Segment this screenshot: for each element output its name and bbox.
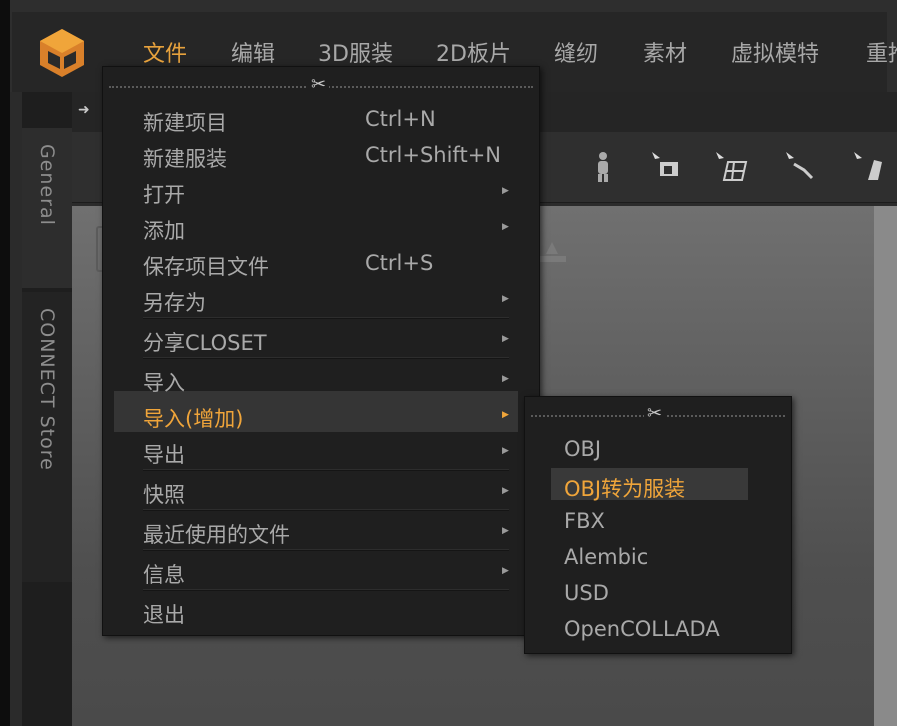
menubar-2d-pattern[interactable]: 2D板片 [436, 36, 511, 68]
menu-item-snapshot[interactable]: 快照 [143, 479, 185, 509]
menu-item-add[interactable]: 添加 [143, 215, 185, 245]
scissors-icon[interactable]: ✂ [644, 405, 666, 423]
menu-item-label: 导出 [143, 443, 185, 467]
app-logo-icon [40, 29, 84, 77]
segment-tool-icon[interactable] [784, 150, 818, 184]
submenu-arrow-icon: ▶ [502, 222, 509, 232]
menubar-3d-garment[interactable]: 3D服装 [318, 36, 393, 68]
submenu-arrow-icon: ▶ [502, 566, 509, 576]
menu-item-open[interactable]: 打开 [143, 179, 185, 209]
menu-item-shortcut: Ctrl+S [365, 251, 434, 275]
submenu-arrow-icon: ▶ [502, 410, 509, 420]
menu-item-save-as[interactable]: 另存为 [143, 287, 206, 317]
menu-item-label: 分享CLOSET [143, 331, 267, 355]
submenu-item-alembic[interactable]: Alembic [564, 545, 648, 569]
menubar-next-item[interactable]: 重推 [866, 36, 897, 68]
menu-item-save-project[interactable]: 保存项目文件 Ctrl+S [143, 251, 433, 281]
menu-item-label: 新建项目 [143, 111, 227, 135]
menu-separator [143, 357, 509, 359]
menubar-materials[interactable]: 素材 [643, 36, 687, 68]
menu-item-label: 退出 [143, 603, 185, 627]
scissors-icon[interactable]: ✂ [308, 76, 330, 94]
fabric-tool-icon[interactable] [852, 150, 886, 184]
submenu-item-obj[interactable]: OBJ [564, 437, 601, 461]
menu-item-exit[interactable]: 退出 [143, 599, 185, 629]
menu-item-shortcut: Ctrl+Shift+N [365, 143, 501, 167]
menu-item-label: 导入(增加) [143, 407, 244, 431]
menu-item-import[interactable]: 导入 [143, 367, 185, 397]
menu-separator [143, 469, 509, 471]
menu-item-label: 导入 [143, 371, 185, 395]
menu-item-info[interactable]: 信息 [143, 559, 185, 589]
submenu-item-opencollada[interactable]: OpenCOLLADA [564, 617, 720, 641]
menu-item-recent-files[interactable]: 最近使用的文件 [143, 519, 290, 549]
submenu-arrow-icon: ▶ [502, 186, 509, 196]
sidebar-tab-connect-store[interactable]: CONNECT Store [22, 292, 72, 582]
submenu-item-fbx[interactable]: FBX [564, 509, 605, 533]
menu-separator [143, 589, 509, 591]
sidebar-tab-connect-store-label: CONNECT Store [36, 308, 58, 471]
menu-separator [143, 317, 509, 319]
menu-item-shortcut: Ctrl+N [365, 107, 436, 131]
arrow-right-icon[interactable]: ➜ [78, 102, 90, 118]
menu-separator [143, 549, 509, 551]
menu-item-import-add[interactable]: 导入(增加) [143, 403, 243, 433]
submenu-arrow-icon: ▶ [502, 334, 509, 344]
submenu-arrow-icon: ▶ [502, 526, 509, 536]
submenu-arrow-icon: ▶ [502, 374, 509, 384]
submenu-item-obj-to-garment[interactable]: OBJ转为服装 [564, 473, 685, 503]
sewing-machine-tool-icon[interactable] [650, 150, 684, 184]
sidebar-tab-general[interactable]: General [22, 128, 72, 288]
menubar-edit[interactable]: 编辑 [231, 36, 275, 68]
menu-item-label: 另存为 [143, 291, 206, 315]
menubar-avatar[interactable]: 虚拟模特 [731, 36, 819, 68]
menu-item-export[interactable]: 导出 [143, 439, 185, 469]
menu-item-label: 快照 [143, 483, 185, 507]
menu-item-label: 最近使用的文件 [143, 523, 290, 547]
avatar-tool-icon[interactable] [586, 150, 620, 184]
menubar-file[interactable]: 文件 [143, 36, 187, 68]
menu-item-label: 打开 [143, 183, 185, 207]
menu-separator [143, 509, 509, 511]
menubar-sewing[interactable]: 缝纫 [554, 36, 598, 68]
menu-item-label: 新建服装 [143, 147, 227, 171]
submenu-arrow-icon: ▶ [502, 446, 509, 456]
viewport-right-edge [874, 206, 897, 726]
menu-item-label: 添加 [143, 219, 185, 243]
menu-item-label: 信息 [143, 563, 185, 587]
sidebar-tab-general-label: General [36, 144, 58, 226]
submenu-arrow-icon: ▶ [502, 486, 509, 496]
menu-item-new-project[interactable]: 新建项目 Ctrl+N [143, 107, 436, 137]
menu-item-label: 保存项目文件 [143, 255, 269, 279]
menu-item-new-garment[interactable]: 新建服装 Ctrl+Shift+N [143, 143, 501, 173]
grid-tool-icon[interactable] [714, 150, 748, 184]
submenu-arrow-icon: ▶ [502, 294, 509, 304]
menu-item-share-closet[interactable]: 分享CLOSET [143, 327, 267, 357]
submenu-item-usd[interactable]: USD [564, 581, 609, 605]
